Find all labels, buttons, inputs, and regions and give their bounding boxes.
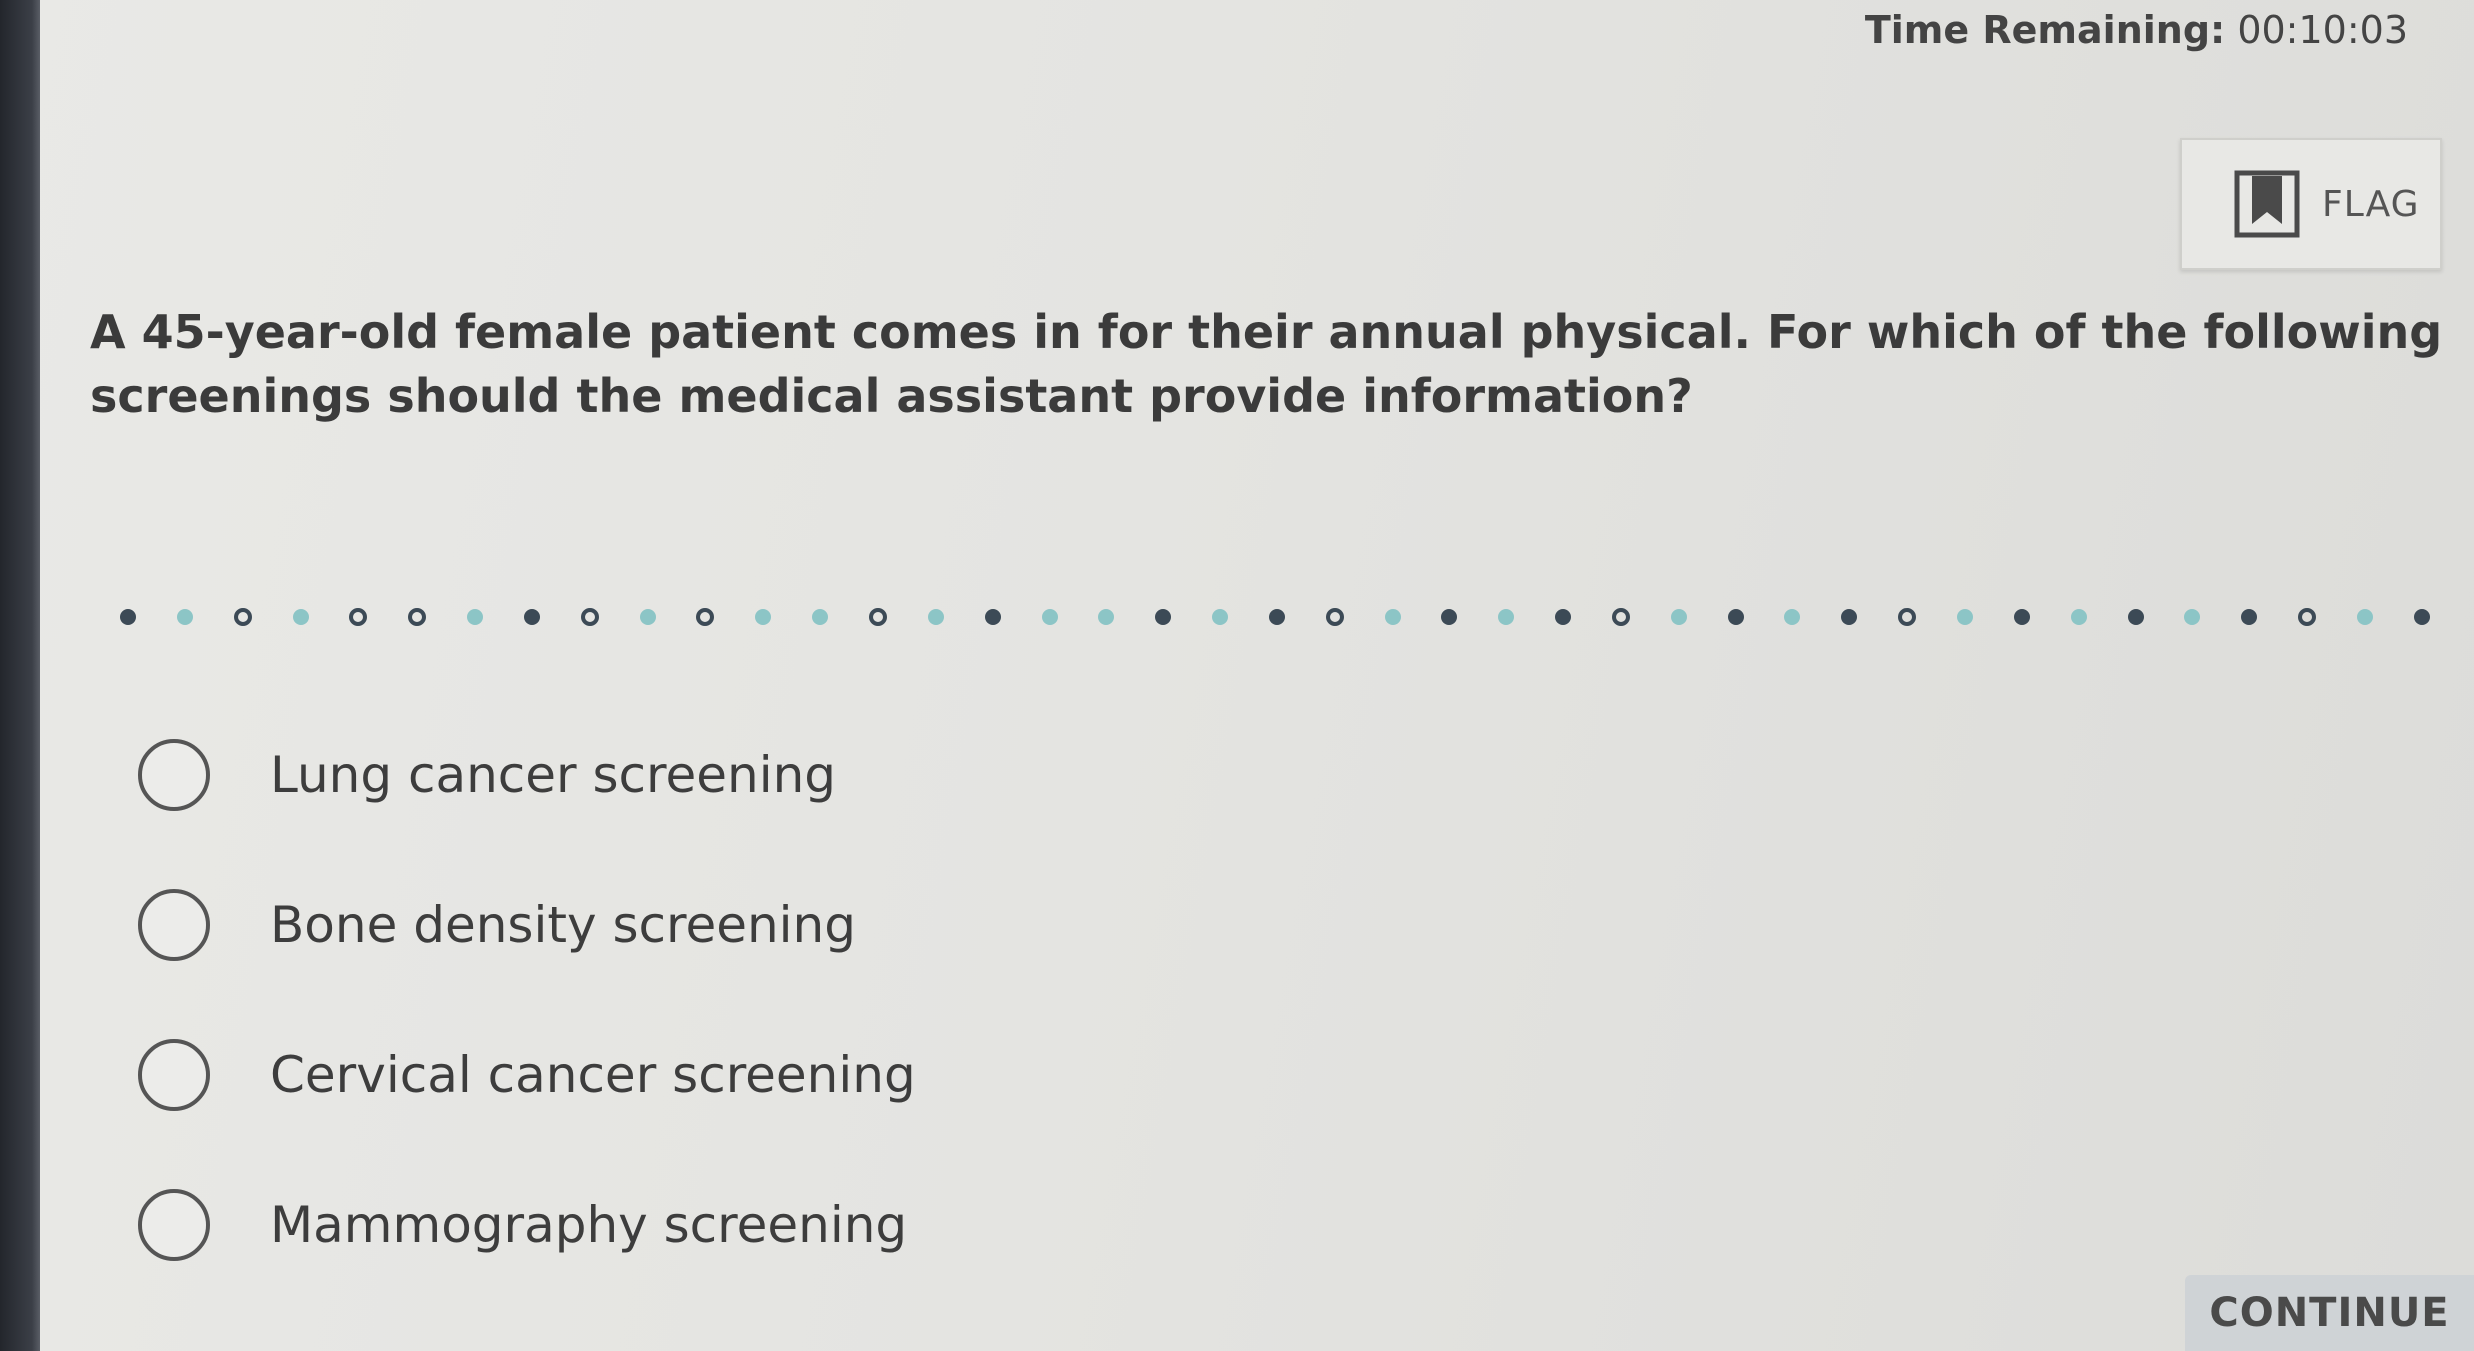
radio-circle-icon[interactable] <box>138 1189 210 1261</box>
progress-dot <box>1384 609 1401 625</box>
time-remaining: Time Remaining: 00:10:03 <box>1865 8 2408 52</box>
continue-button[interactable]: CONTINUE <box>2185 1275 2474 1351</box>
answer-option-label: Bone density screening <box>270 896 856 954</box>
radio-circle-icon[interactable] <box>138 739 210 811</box>
progress-dot <box>523 609 540 625</box>
question-progress-indicator <box>120 605 2430 629</box>
progress-dot <box>696 608 715 626</box>
progress-dot <box>2070 609 2087 625</box>
radio-circle-icon[interactable] <box>138 889 210 961</box>
timer-value: 00:10:03 <box>2237 8 2408 52</box>
flag-button[interactable]: FLAG <box>2180 138 2442 270</box>
answer-option[interactable]: Mammography screening <box>138 1150 1538 1300</box>
bookmark-icon <box>2234 170 2300 238</box>
progress-dot <box>2413 609 2430 625</box>
progress-dot <box>812 609 829 625</box>
answer-option-label: Cervical cancer screening <box>270 1046 916 1104</box>
progress-dot <box>1041 609 1058 625</box>
progress-dot <box>1957 609 1973 625</box>
progress-dot <box>233 608 252 626</box>
progress-dot <box>1441 609 1458 625</box>
answer-option[interactable]: Lung cancer screening <box>138 700 1538 850</box>
progress-dot <box>1841 609 1858 625</box>
progress-dot <box>1498 609 1515 625</box>
flag-label: FLAG <box>2322 183 2420 225</box>
progress-dot <box>927 609 944 625</box>
progress-dot <box>2184 609 2201 625</box>
answer-option-label: Mammography screening <box>270 1196 908 1254</box>
progress-dot <box>1155 609 1172 625</box>
progress-dot <box>1555 609 1572 625</box>
timer-label: Time Remaining: <box>1864 8 2226 52</box>
progress-dot <box>1098 609 1115 625</box>
progress-dot <box>1727 609 1744 625</box>
progress-dot <box>2356 609 2373 625</box>
progress-dot <box>292 609 309 625</box>
progress-dot <box>2013 609 2030 625</box>
progress-dot <box>467 609 484 625</box>
progress-dot <box>1611 608 1630 626</box>
progress-dot <box>580 608 599 626</box>
progress-dot <box>868 608 887 626</box>
progress-dot <box>984 609 1001 625</box>
progress-dot <box>1784 609 1801 625</box>
progress-dot <box>639 609 656 625</box>
progress-dot <box>120 609 136 625</box>
answer-option-label: Lung cancer screening <box>270 746 837 804</box>
progress-dot <box>2298 608 2317 626</box>
progress-dot <box>176 609 193 625</box>
progress-dot <box>1898 608 1917 626</box>
answer-options: Lung cancer screening Bone density scree… <box>138 700 1538 1300</box>
answer-option[interactable]: Bone density screening <box>138 850 1538 1000</box>
question-text: A 45-year-old female patient comes in fo… <box>90 305 2443 423</box>
progress-dot <box>755 609 772 625</box>
answer-option[interactable]: Cervical cancer screening <box>138 1000 1538 1150</box>
progress-dot <box>408 608 427 626</box>
progress-dot <box>1325 608 1344 626</box>
progress-dot <box>2241 609 2258 625</box>
progress-dot <box>1268 609 1285 625</box>
progress-dot <box>2127 609 2144 625</box>
screen-bezel <box>0 0 40 1351</box>
progress-dot <box>1212 609 1229 625</box>
radio-circle-icon[interactable] <box>138 1039 210 1111</box>
progress-dot <box>1670 609 1687 625</box>
progress-dot <box>349 608 368 626</box>
